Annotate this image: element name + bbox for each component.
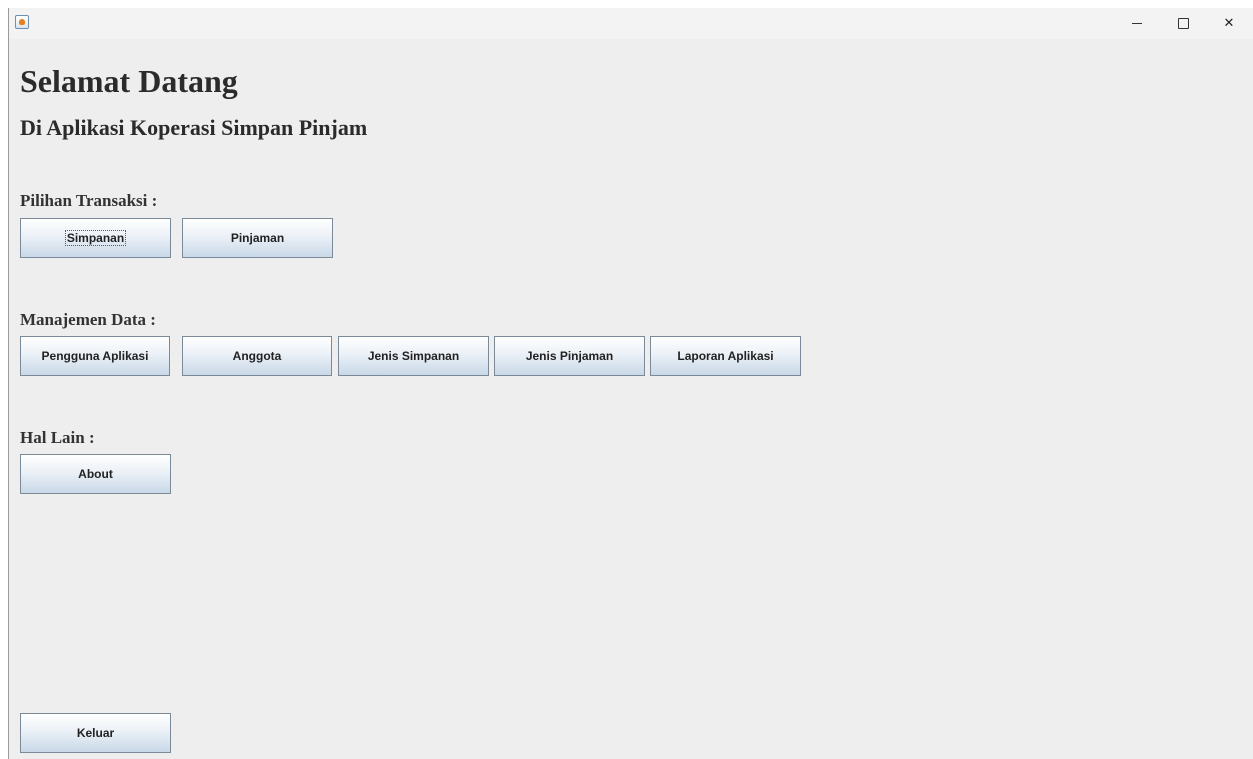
jenis-simpanan-label: Jenis Simpanan xyxy=(367,349,460,363)
hal-lain-section-label: Hal Lain : xyxy=(20,428,95,447)
app-window: ✕ Selamat Datang Di Aplikasi Koperasi Si… xyxy=(8,8,1253,759)
minimize-button[interactable] xyxy=(1114,8,1160,39)
page-title: Selamat Datang xyxy=(20,63,238,99)
pengguna-aplikasi-label: Pengguna Aplikasi xyxy=(41,349,149,363)
about-label: About xyxy=(78,467,113,481)
java-app-icon xyxy=(15,15,29,29)
pinjaman-button[interactable]: Pinjaman xyxy=(182,218,333,258)
laporan-aplikasi-button[interactable]: Laporan Aplikasi xyxy=(650,336,801,376)
transaksi-section-label: Pilihan Transaksi : xyxy=(20,191,158,210)
keluar-label: Keluar xyxy=(76,726,115,740)
about-button[interactable]: About xyxy=(20,454,171,494)
pengguna-aplikasi-button[interactable]: Pengguna Aplikasi xyxy=(20,336,170,376)
pinjaman-button-label: Pinjaman xyxy=(230,231,285,245)
jenis-pinjaman-button[interactable]: Jenis Pinjaman xyxy=(494,336,645,376)
title-bar[interactable]: ✕ xyxy=(9,8,1253,39)
simpanan-button[interactable]: Simpanan xyxy=(20,218,171,258)
anggota-label: Anggota xyxy=(232,349,282,363)
jenis-pinjaman-label: Jenis Pinjaman xyxy=(525,349,614,363)
close-button[interactable]: ✕ xyxy=(1206,8,1252,39)
jenis-simpanan-button[interactable]: Jenis Simpanan xyxy=(338,336,489,376)
manajemen-section-label: Manajemen Data : xyxy=(20,310,156,329)
maximize-button[interactable] xyxy=(1160,8,1206,39)
maximize-icon xyxy=(1177,18,1189,29)
page-subtitle: Di Aplikasi Koperasi Simpan Pinjam xyxy=(20,115,368,140)
anggota-button[interactable]: Anggota xyxy=(182,336,332,376)
laporan-aplikasi-label: Laporan Aplikasi xyxy=(677,349,774,363)
minimize-icon xyxy=(1132,23,1142,24)
keluar-button[interactable]: Keluar xyxy=(20,713,171,753)
simpanan-button-label: Simpanan xyxy=(64,230,127,246)
close-icon: ✕ xyxy=(1223,16,1235,31)
